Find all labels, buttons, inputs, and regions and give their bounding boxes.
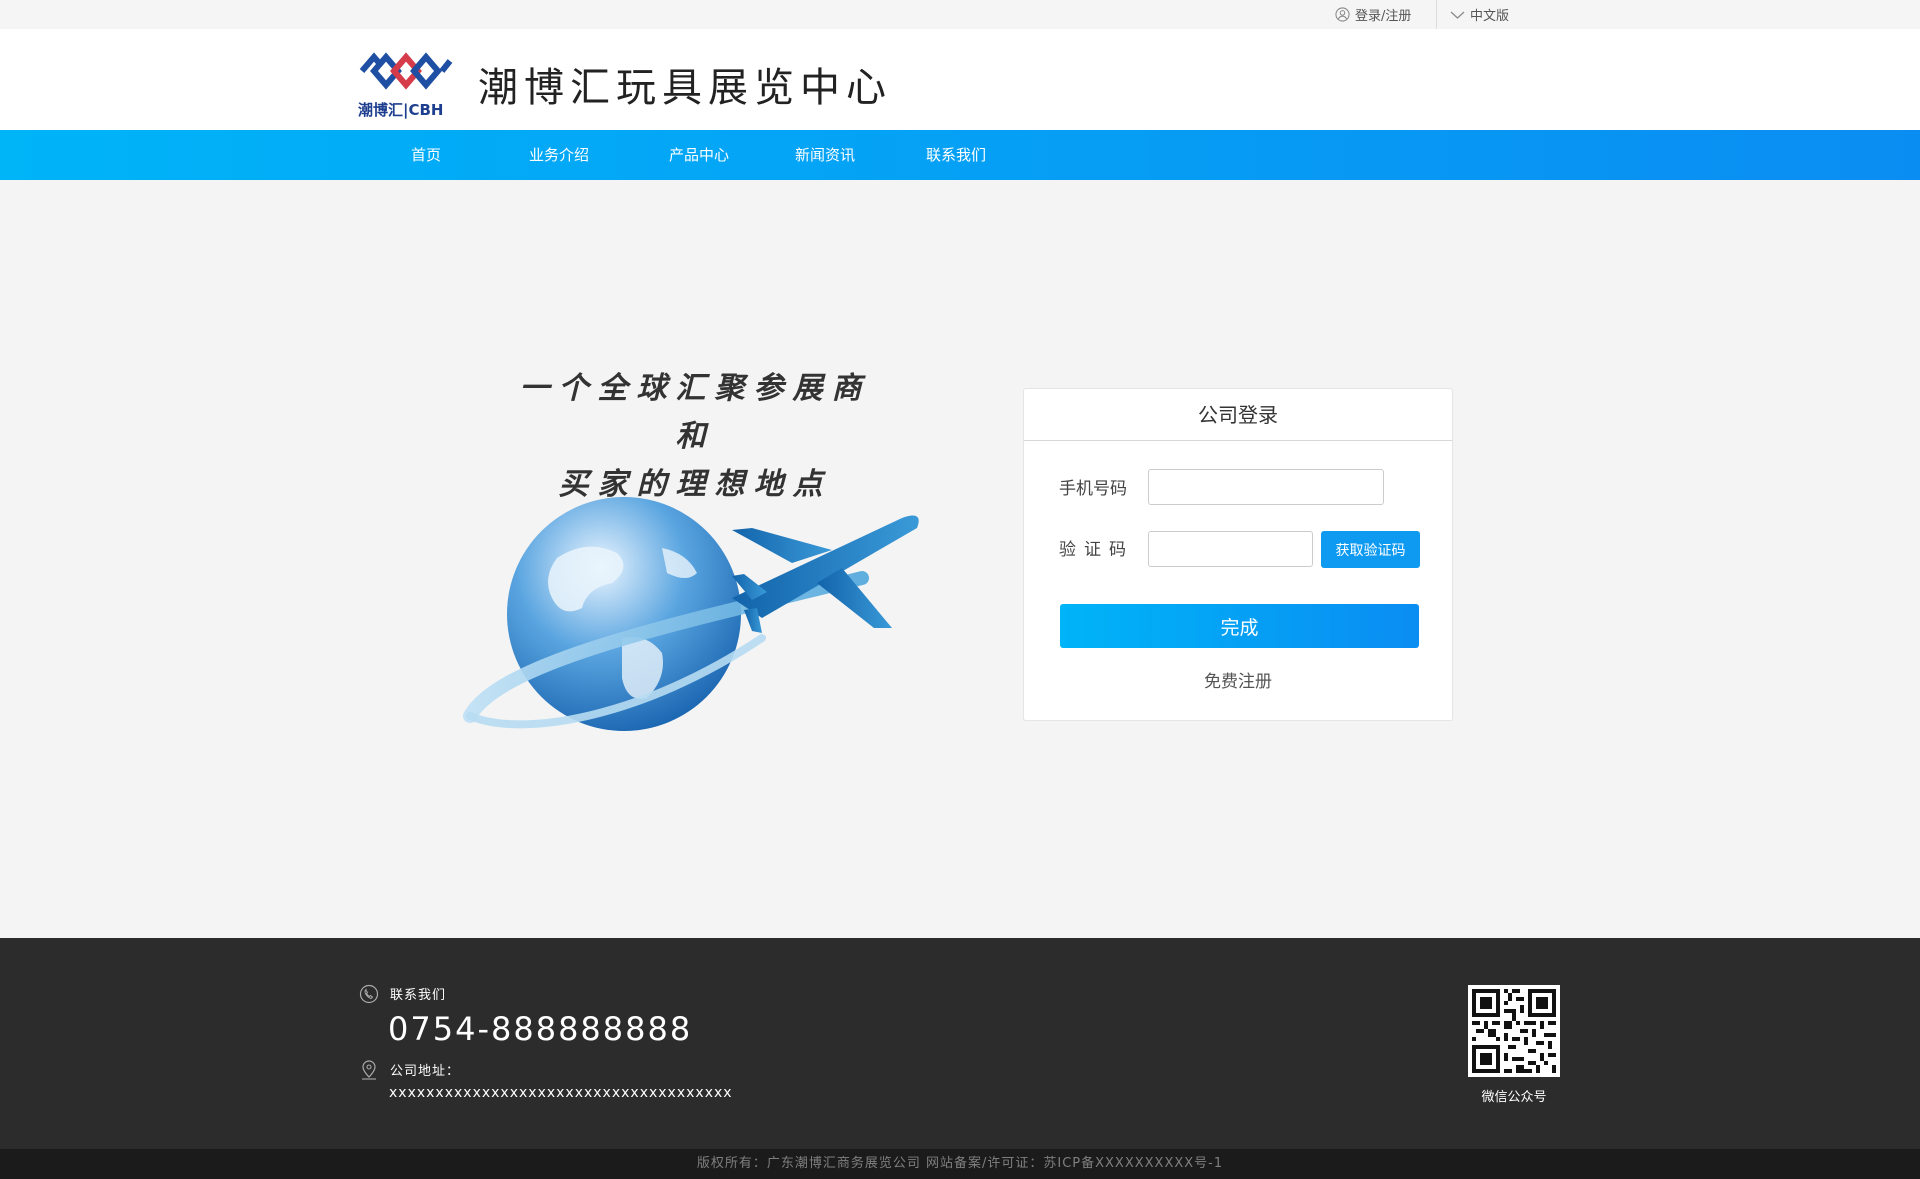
- copyright-bar: 版权所有：广东潮博汇商务展览公司 网站备案/许可证：苏ICP备XXXXXXXXX…: [0, 1149, 1920, 1179]
- register-link[interactable]: 免费注册: [1024, 667, 1452, 692]
- contact-phone: 0754-888888888: [388, 1010, 693, 1048]
- get-code-button[interactable]: 获取验证码: [1321, 531, 1420, 568]
- login-card: 公司登录 手机号码 验证码 获取验证码 完成 免费注册: [1023, 388, 1453, 721]
- chevron-down-icon: [1450, 11, 1465, 19]
- phone-icon: [359, 984, 379, 1004]
- site-header: 潮博汇|CBH 潮博汇玩具展览中心: [0, 29, 1920, 130]
- address-label: 公司地址：: [390, 1064, 461, 1079]
- location-pin-icon: [362, 1060, 376, 1080]
- address-value: xxxxxxxxxxxxxxxxxxxxxxxxxxxxxxxxxxxxx: [389, 1085, 733, 1101]
- verification-code-input[interactable]: [1148, 531, 1313, 567]
- wechat-qr-code: [1468, 985, 1560, 1077]
- top-utility-bar: 登录/注册 中文版: [0, 0, 1920, 29]
- phone-label: 手机号码: [1059, 479, 1127, 499]
- qr-code-icon: [1472, 989, 1556, 1073]
- site-logo[interactable]: 潮博汇|CBH: [358, 47, 458, 119]
- login-register-label: 登录/注册: [1355, 9, 1412, 24]
- nav-item-products[interactable]: 产品中心: [669, 130, 729, 180]
- submit-button[interactable]: 完成: [1060, 604, 1419, 648]
- site-footer: 联系我们 0754-888888888 公司地址： xxxxxxxxxxxxxx…: [0, 938, 1920, 1149]
- user-icon: [1335, 7, 1350, 22]
- nav-item-news[interactable]: 新闻资讯: [795, 130, 855, 180]
- login-register-link[interactable]: 登录/注册: [1335, 0, 1411, 29]
- code-label: 验证码: [1059, 540, 1134, 560]
- nav-item-home[interactable]: 首页: [411, 130, 441, 180]
- nav-item-business[interactable]: 业务介绍: [529, 130, 589, 180]
- topbar-divider: [1436, 0, 1437, 29]
- contact-label: 联系我们: [390, 988, 447, 1003]
- globe-airplane-illustration: [463, 497, 919, 731]
- qr-caption: 微信公众号: [1481, 1090, 1547, 1105]
- language-selector[interactable]: 中文版: [1450, 0, 1509, 29]
- copyright-text: 版权所有：广东潮博汇商务展览公司 网站备案/许可证：苏ICP备XXXXXXXXX…: [696, 1156, 1224, 1171]
- logo-caption: 潮博汇|CBH: [358, 101, 444, 119]
- site-title: 潮博汇玩具展览中心: [478, 65, 892, 111]
- slogan-line-1: 一个全球汇聚参展商和: [519, 371, 871, 454]
- main-nav: 首页 业务介绍 产品中心 新闻资讯 联系我们: [0, 130, 1920, 180]
- airplane-icon: [732, 515, 919, 633]
- logo-rings-icon: [359, 52, 453, 90]
- language-label: 中文版: [1470, 9, 1510, 24]
- phone-input[interactable]: [1148, 469, 1384, 505]
- login-title: 公司登录: [1024, 389, 1452, 441]
- nav-item-contact[interactable]: 联系我们: [926, 130, 986, 180]
